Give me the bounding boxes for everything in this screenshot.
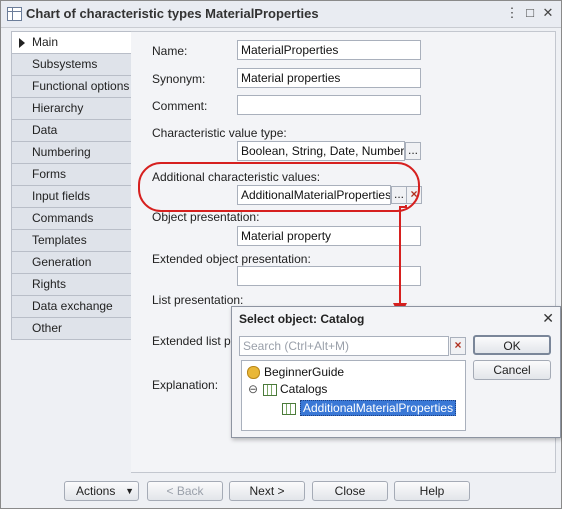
synonym-label: Synonym: — [152, 72, 206, 86]
select-object-dialog: Select object: Catalog ✕ Search (Ctrl+Al… — [231, 306, 561, 438]
actions-button[interactable]: Actions ▼ — [64, 481, 139, 501]
back-button[interactable]: < Back — [147, 481, 223, 501]
value-type-label: Characteristic value type: — [152, 126, 287, 140]
highlight-oval — [138, 162, 420, 212]
dialog-close-icon[interactable]: ✕ — [542, 310, 554, 327]
tree-catalogs-node[interactable]: Catalogs — [280, 382, 327, 396]
title-bar: Chart of characteristic types MaterialPr… — [1, 1, 561, 28]
list-presentation-label: List presentation: — [152, 293, 244, 307]
tab-templates[interactable]: Templates — [11, 229, 131, 251]
tab-hierarchy[interactable]: Hierarchy — [11, 97, 131, 119]
ok-button[interactable]: OK — [473, 335, 551, 355]
tree-item-selected[interactable]: AdditionalMaterialProperties — [300, 400, 457, 416]
comment-field[interactable] — [237, 95, 421, 115]
tree-root-node[interactable]: BeginnerGuide — [264, 365, 344, 379]
search-input[interactable]: Search (Ctrl+Alt+M) — [239, 336, 449, 356]
tab-rights[interactable]: Rights — [11, 273, 131, 295]
chart-icon — [7, 7, 22, 21]
menu-icon[interactable]: ⋮ — [504, 5, 520, 21]
object-tree: BeginnerGuide ⊖ Catalogs AdditionalMater… — [241, 360, 466, 431]
tab-forms[interactable]: Forms — [11, 163, 131, 185]
comment-label: Comment: — [152, 99, 208, 113]
tab-data-exchange[interactable]: Data exchange — [11, 295, 131, 317]
window-title: Chart of characteristic types MaterialPr… — [26, 6, 319, 21]
dialog-title: Select object: Catalog — [239, 312, 365, 326]
config-root-icon — [247, 366, 260, 379]
object-presentation-label: Object presentation: — [152, 210, 260, 224]
extended-object-presentation-label: Extended object presentation: — [152, 252, 311, 266]
help-button[interactable]: Help — [394, 481, 470, 501]
name-field[interactable]: MaterialProperties — [237, 40, 421, 60]
explanation-label: Explanation: — [152, 378, 219, 392]
tab-commands[interactable]: Commands — [11, 207, 131, 229]
tab-numbering[interactable]: Numbering — [11, 141, 131, 163]
tab-input-fields[interactable]: Input fields — [11, 185, 131, 207]
close-icon[interactable]: ✕ — [540, 5, 556, 21]
maximize-icon[interactable]: □ — [522, 5, 538, 21]
value-type-field[interactable]: Boolean, String, Date, Number, Cat — [237, 141, 405, 161]
actions-label: Actions — [76, 484, 116, 498]
cancel-button[interactable]: Cancel — [473, 360, 551, 380]
next-button[interactable]: Next > — [229, 481, 305, 501]
name-label: Name: — [152, 44, 188, 58]
extended-list-presentation-label: Extended list pre — [152, 334, 242, 348]
close-button[interactable]: Close — [312, 481, 388, 501]
tab-label: Main — [32, 35, 59, 49]
tab-data[interactable]: Data — [11, 119, 131, 141]
tab-generation[interactable]: Generation — [11, 251, 131, 273]
catalog-icon — [282, 403, 296, 415]
tab-functional-options[interactable]: Functional options — [11, 75, 131, 97]
tab-main[interactable]: Main — [11, 31, 131, 53]
pointer-arrow — [393, 205, 407, 317]
synonym-field[interactable]: Material properties — [237, 68, 421, 88]
catalog-folder-icon — [263, 384, 277, 396]
tab-other[interactable]: Other — [11, 317, 131, 340]
tab-subsystems[interactable]: Subsystems — [11, 53, 131, 75]
collapse-icon[interactable]: ⊖ — [248, 382, 258, 396]
active-tab-arrow-icon — [19, 38, 25, 48]
tab-list: Main Subsystems Functional options Hiera… — [11, 31, 131, 340]
search-clear-button[interactable]: × — [450, 337, 466, 355]
value-type-select-button[interactable]: ... — [405, 142, 421, 160]
chevron-down-icon: ▼ — [125, 486, 134, 496]
